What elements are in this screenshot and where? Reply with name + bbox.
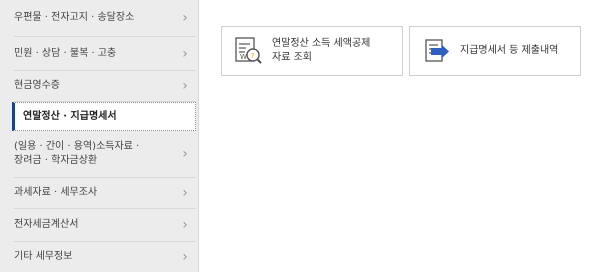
sidebar-item-year-end-settlement[interactable]: 연말정산 · 지급명세서	[12, 102, 196, 131]
sidebar-item-label: 우편물 · 전자고지 · 송달장소	[14, 12, 135, 23]
svg-text:W: W	[240, 53, 247, 61]
sidebar-item-label: 기타 세무정보	[14, 251, 73, 262]
sidebar-item-label: (일용 · 간이 · 용역)소득자료 · 장려금 · 학자금상환	[14, 141, 140, 166]
document-submit-icon	[425, 39, 449, 62]
sidebar-item-e-tax-invoice[interactable]: 전자세금계산서 ›	[14, 209, 196, 242]
sidebar-item-income-data[interactable]: (일용 · 간이 · 용역)소득자료 · 장려금 · 학자금상환 ›	[14, 131, 196, 178]
chevron-right-icon: ›	[182, 45, 188, 62]
card-year-end-deduction-lookup[interactable]: W ? 연말정산 소득 세액공제 자료 조회	[221, 26, 403, 76]
document-search-icon: W ?	[235, 37, 262, 64]
sidebar-item-label: 연말정산 · 지급명세서	[23, 110, 117, 122]
chevron-right-icon: ›	[182, 217, 188, 233]
card-statement-submission-history[interactable]: 지급명세서 등 제출내역	[409, 26, 581, 76]
sidebar-item-civil-complaint[interactable]: 민원 · 상담 · 불복 · 고충 ›	[14, 37, 196, 71]
sidebar-item-tax-audit[interactable]: 과세자료 · 세무조사 ›	[14, 178, 196, 209]
sidebar-item-label: 전자세금계산서	[14, 219, 79, 230]
sidebar-item-cash-receipt[interactable]: 현금영수증 ›	[14, 71, 196, 102]
sidebar-item-mail-notice[interactable]: 우편물 · 전자고지 · 송달장소 ›	[14, 0, 196, 37]
card-label: 지급명세서 등 제출내역	[460, 45, 559, 56]
svg-text:?: ?	[251, 52, 255, 60]
chevron-right-icon: ›	[182, 146, 188, 162]
sidebar-item-other-tax-info[interactable]: 기타 세무정보 ›	[14, 242, 196, 272]
chevron-right-icon: ›	[182, 78, 188, 94]
sidebar-item-label: 민원 · 상담 · 불복 · 고충	[14, 47, 117, 59]
sidebar-menu: 우편물 · 전자고지 · 송달장소 › 민원 · 상담 · 불복 · 고충 › …	[0, 0, 199, 272]
chevron-right-icon: ›	[182, 185, 188, 201]
chevron-right-icon: ›	[182, 249, 188, 265]
sidebar-item-label: 현금영수증	[14, 80, 60, 91]
sidebar-item-label: 과세자료 · 세무조사	[14, 187, 98, 198]
chevron-right-icon: ›	[182, 10, 188, 26]
card-label: 연말정산 소득 세액공제 자료 조회	[272, 38, 371, 63]
